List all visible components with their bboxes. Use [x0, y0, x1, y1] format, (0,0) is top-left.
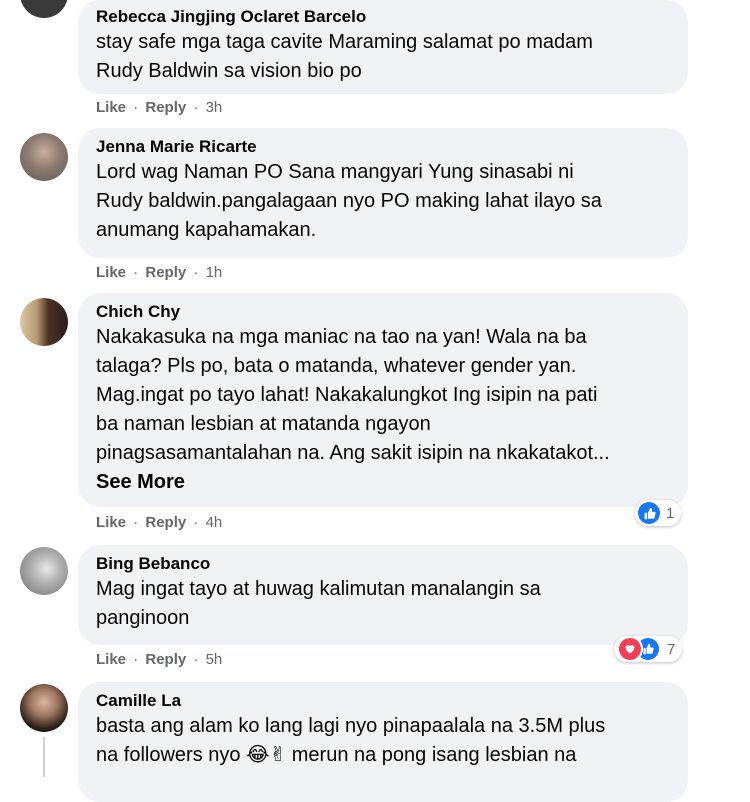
separator: ·	[193, 651, 199, 668]
comment-text-line: basta ang alam ko lang lagi nyo pinapaal…	[96, 715, 606, 737]
comment-author[interactable]: Camille La	[96, 690, 670, 712]
avatar[interactable]	[20, 298, 68, 346]
separator: ·	[133, 514, 139, 531]
avatar[interactable]	[20, 133, 68, 181]
comment-actions: Like · Reply · 5h	[96, 651, 222, 668]
separator: ·	[193, 99, 199, 116]
reaction-count: 1	[666, 504, 675, 522]
see-more-link[interactable]: See More	[96, 468, 670, 497]
like-link[interactable]: Like	[96, 514, 126, 531]
comment-text-line: Mag.ingat po tayo lahat! Nakakalungkot I…	[96, 384, 598, 406]
reply-link[interactable]: Reply	[145, 264, 186, 281]
timestamp[interactable]: 5h	[206, 651, 223, 668]
reply-link[interactable]: Reply	[145, 99, 186, 116]
avatar[interactable]	[20, 0, 68, 18]
heart-icon	[617, 636, 643, 662]
reply-link[interactable]: Reply	[145, 651, 186, 668]
comment-text-line: Nakakasuka na mga maniac na tao na yan! …	[96, 326, 587, 348]
comment-text-line: pinagsasamantalahan na. Ang sakit isipin…	[96, 442, 610, 464]
comment-author[interactable]: Jenna Marie Ricarte	[96, 136, 670, 158]
comment-text-line: Lord wag Naman PO Sana mangyari Yung sin…	[96, 161, 574, 183]
timestamp[interactable]: 1h	[206, 264, 223, 281]
comment-actions: Like · Reply · 4h	[96, 514, 222, 531]
comment-text-line: stay safe mga taga cavite Maraming salam…	[96, 31, 593, 53]
comment-text-line: panginoon	[96, 607, 190, 629]
separator: ·	[193, 264, 199, 281]
separator: ·	[133, 264, 139, 281]
comment-text-line: ba naman lesbian at matanda ngayon	[96, 413, 431, 435]
avatar[interactable]	[20, 547, 68, 595]
comment-text-line: Rudy baldwin.pangalagaan nyo PO making l…	[96, 190, 602, 212]
comment-bubble: Jenna Marie Ricarte Lord wag Naman PO Sa…	[78, 128, 688, 258]
comment-text-line: anumang kapahamakan.	[96, 219, 317, 241]
reply-link[interactable]: Reply	[145, 514, 186, 531]
like-link[interactable]: Like	[96, 99, 126, 116]
thumbs-up-icon	[638, 502, 660, 524]
comment-bubble: Camille La basta ang alam ko lang lagi n…	[78, 682, 688, 802]
like-link[interactable]: Like	[96, 264, 126, 281]
like-link[interactable]: Like	[96, 651, 126, 668]
reaction-count: 7	[667, 640, 676, 658]
comment-text-line: Mag ingat tayo at huwag kalimutan manala…	[96, 578, 541, 600]
reaction-summary[interactable]: 7	[614, 636, 683, 662]
comment-actions: Like · Reply · 3h	[96, 99, 222, 116]
timestamp[interactable]: 4h	[206, 514, 223, 531]
comment-text-line: Rudy Baldwin sa vision bio po	[96, 60, 362, 82]
comment-author[interactable]: Rebecca Jingjing Oclaret Barcelo	[96, 6, 670, 28]
comment-text-line: talaga? Pls po, bata o matanda, whatever…	[96, 355, 577, 377]
separator: ·	[133, 99, 139, 116]
separator: ·	[133, 651, 139, 668]
separator: ·	[193, 514, 199, 531]
avatar[interactable]	[20, 684, 68, 732]
comment-author[interactable]: Chich Chy	[96, 301, 670, 323]
comment-bubble: Bing Bebanco Mag ingat tayo at huwag kal…	[78, 545, 688, 645]
thread-line	[43, 737, 45, 777]
comment-actions: Like · Reply · 1h	[96, 264, 222, 281]
comment-text-line: na followers nyo 😂✌ merun na pong isang …	[96, 744, 577, 766]
comment-author[interactable]: Bing Bebanco	[96, 553, 670, 575]
comment-bubble: Rebecca Jingjing Oclaret Barcelo stay sa…	[78, 0, 688, 94]
timestamp[interactable]: 3h	[206, 99, 223, 116]
comment-bubble: Chich Chy Nakakasuka na mga maniac na ta…	[78, 293, 688, 507]
reaction-summary[interactable]: 1	[635, 500, 682, 526]
